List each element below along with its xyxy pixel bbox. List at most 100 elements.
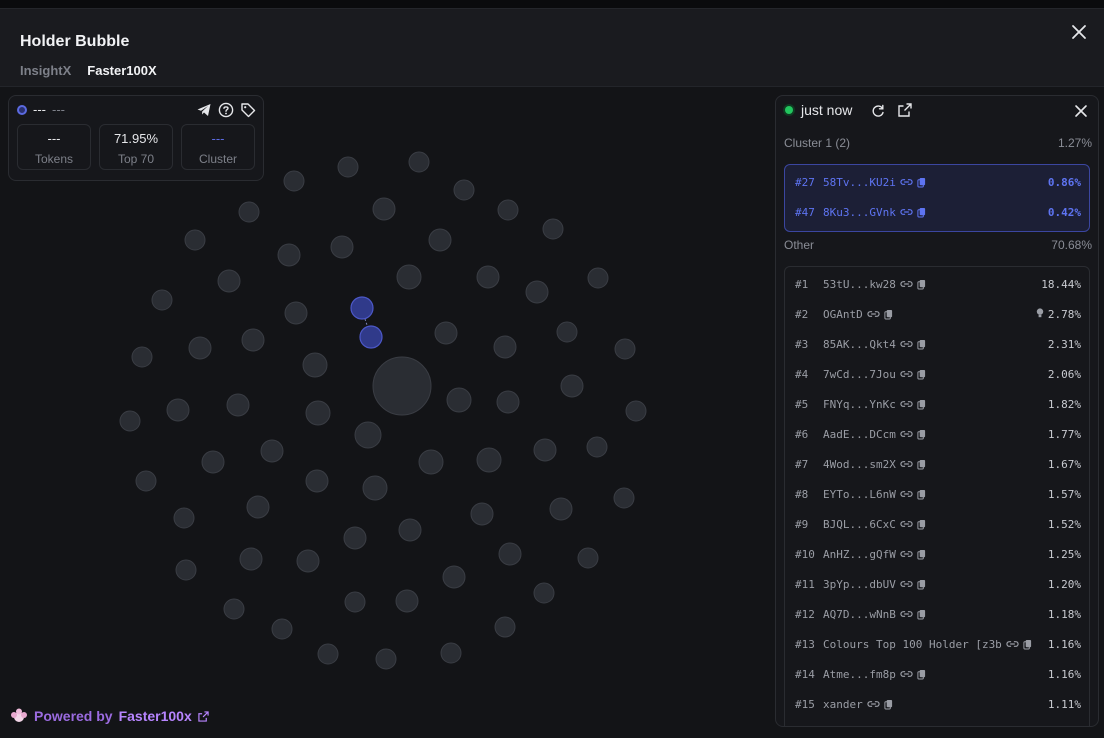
holder-row[interactable]: #15 xander 1.11% (795, 695, 1081, 713)
panel-header: just now (776, 96, 1098, 126)
copy-icon[interactable] (917, 399, 930, 410)
copy-icon[interactable] (917, 489, 930, 500)
link-icon[interactable] (1006, 639, 1019, 649)
holder-pct: 2.06% (1047, 367, 1081, 381)
link-icon[interactable] (900, 207, 913, 217)
holder-rank: #7 (795, 457, 809, 471)
holder-address[interactable]: EYTo...L6nW (823, 488, 896, 501)
holder-address[interactable]: 4Wod...sm2X (823, 458, 896, 471)
copy-icon[interactable] (917, 279, 930, 290)
last-updated: just now (801, 102, 853, 118)
holder-row[interactable]: #14 Atme...fm8p 1.16% (795, 665, 1081, 683)
copy-icon[interactable] (917, 177, 930, 188)
holder-row[interactable]: #5 FNYq...YnKc 1.82% (795, 395, 1081, 413)
holder-pct: 0.42% (1047, 205, 1081, 219)
link-icon[interactable] (900, 579, 913, 589)
holder-address[interactable]: AadE...DCcm (823, 428, 896, 441)
top70-value: 71.95% (113, 131, 159, 146)
holder-row[interactable]: #27 58Tv...KU2i 0.86% (795, 173, 1081, 191)
live-status-dot (785, 106, 793, 114)
holder-address[interactable]: AnHZ...gQfW (823, 548, 896, 561)
copy-icon[interactable] (917, 549, 930, 560)
close-icon[interactable] (1070, 23, 1088, 41)
holder-address[interactable]: BJQL...6CxC (823, 518, 896, 531)
holder-row[interactable]: #9 BJQL...6CxC 1.52% (795, 515, 1081, 533)
holder-pct: 2.31% (1047, 337, 1081, 351)
link-icon[interactable] (900, 609, 913, 619)
holder-address[interactable]: Colours Top 100 Holder [z3b (823, 638, 1002, 651)
holder-row[interactable]: #13 Colours Top 100 Holder [z3b 1.16% (795, 635, 1081, 653)
copy-icon[interactable] (917, 669, 930, 680)
holder-row[interactable]: #12 AQ7D...wNnB 1.18% (795, 605, 1081, 623)
top70-stat: 71.95% Top 70 (99, 124, 173, 170)
holder-address[interactable]: 3pYp...dbUV (823, 578, 896, 591)
holder-address[interactable]: OGAntD (823, 308, 863, 321)
link-icon[interactable] (867, 309, 880, 319)
powered-brand: Faster100x (118, 708, 192, 724)
holder-row[interactable]: #4 7wCd...7Jou 2.06% (795, 365, 1081, 383)
holder-address[interactable]: xander (823, 698, 863, 711)
tag-icon[interactable] (240, 102, 256, 118)
holder-address[interactable]: 85AK...Qkt4 (823, 338, 896, 351)
holder-address[interactable]: Atme...fm8p (823, 668, 896, 681)
cluster-1-bubbles (350, 296, 383, 349)
copy-icon[interactable] (917, 429, 930, 440)
holder-address[interactable]: 7wCd...7Jou (823, 368, 896, 381)
holder-row[interactable]: #8 EYTo...L6nW 1.57% (795, 485, 1081, 503)
open-external-icon[interactable] (897, 102, 913, 118)
holder-address[interactable]: 58Tv...KU2i (823, 176, 896, 189)
holder-pct: 18.44% (1041, 277, 1081, 291)
holder-row[interactable]: #11 3pYp...dbUV 1.20% (795, 575, 1081, 593)
holder-row[interactable]: #10 AnHZ...gQfW 1.25% (795, 545, 1081, 563)
copy-icon[interactable] (1023, 639, 1036, 650)
copy-icon[interactable] (917, 369, 930, 380)
holder-rank: #5 (795, 397, 809, 411)
bubble-canvas[interactable]: --- --- --- Tokens 71.95% Top 70 --- Clu… (0, 87, 775, 738)
link-icon[interactable] (900, 519, 913, 529)
holder-row[interactable]: #2 OGAntD 2.78% (795, 305, 1081, 323)
link-icon[interactable] (900, 399, 913, 409)
copy-icon[interactable] (917, 519, 930, 530)
cluster-header: Cluster 1 (2) 1.27% (784, 136, 1092, 150)
link-icon[interactable] (900, 549, 913, 559)
refresh-icon[interactable] (870, 103, 886, 119)
holder-row[interactable]: #1 53tU...kw28 18.44% (795, 275, 1081, 293)
holder-address[interactable]: AQ7D...wNnB (823, 608, 896, 621)
link-icon[interactable] (900, 369, 913, 379)
holder-pct: 1.57% (1047, 487, 1081, 501)
copy-icon[interactable] (917, 609, 930, 620)
holder-address[interactable]: FNYq...YnKc (823, 398, 896, 411)
holder-rank: #9 (795, 517, 809, 531)
copy-icon[interactable] (917, 339, 930, 350)
holder-row[interactable]: #47 8Ku3...GVnk 0.42% (795, 203, 1081, 221)
link-icon[interactable] (900, 339, 913, 349)
holder-address[interactable]: 53tU...kw28 (823, 278, 896, 291)
copy-icon[interactable] (917, 207, 930, 218)
token-dot-icon (17, 104, 27, 115)
help-icon[interactable] (218, 102, 234, 118)
link-icon[interactable] (900, 489, 913, 499)
faster100x-logo-icon (11, 708, 27, 722)
panel-close-icon[interactable] (1074, 104, 1088, 118)
holder-row[interactable]: #7 4Wod...sm2X 1.67% (795, 455, 1081, 473)
link-icon[interactable] (900, 459, 913, 469)
other-list: #1 53tU...kw28 18.44% #2 OGAntD 2.78% #3 85AK..… (784, 266, 1090, 726)
link-icon[interactable] (900, 669, 913, 679)
link-icon[interactable] (867, 699, 880, 709)
link-icon[interactable] (900, 429, 913, 439)
holder-pct: 1.77% (1047, 427, 1081, 441)
holder-address[interactable]: 8Ku3...GVnk (823, 206, 896, 219)
cluster-title: Cluster 1 (2) (784, 136, 851, 150)
copy-icon[interactable] (884, 309, 897, 320)
copy-icon[interactable] (917, 459, 930, 470)
link-icon[interactable] (900, 279, 913, 289)
link-icon[interactable] (900, 177, 913, 187)
copy-icon[interactable] (884, 699, 897, 710)
holder-rank: #15 (795, 697, 815, 711)
copy-icon[interactable] (917, 579, 930, 590)
powered-by-link[interactable]: Powered by Faster100x (10, 708, 209, 724)
holder-row[interactable]: #6 AadE...DCcm 1.77% (795, 425, 1081, 443)
telegram-icon[interactable] (196, 102, 212, 118)
holder-row[interactable]: #3 85AK...Qkt4 2.31% (795, 335, 1081, 353)
holder-bubble-27 (350, 296, 374, 320)
